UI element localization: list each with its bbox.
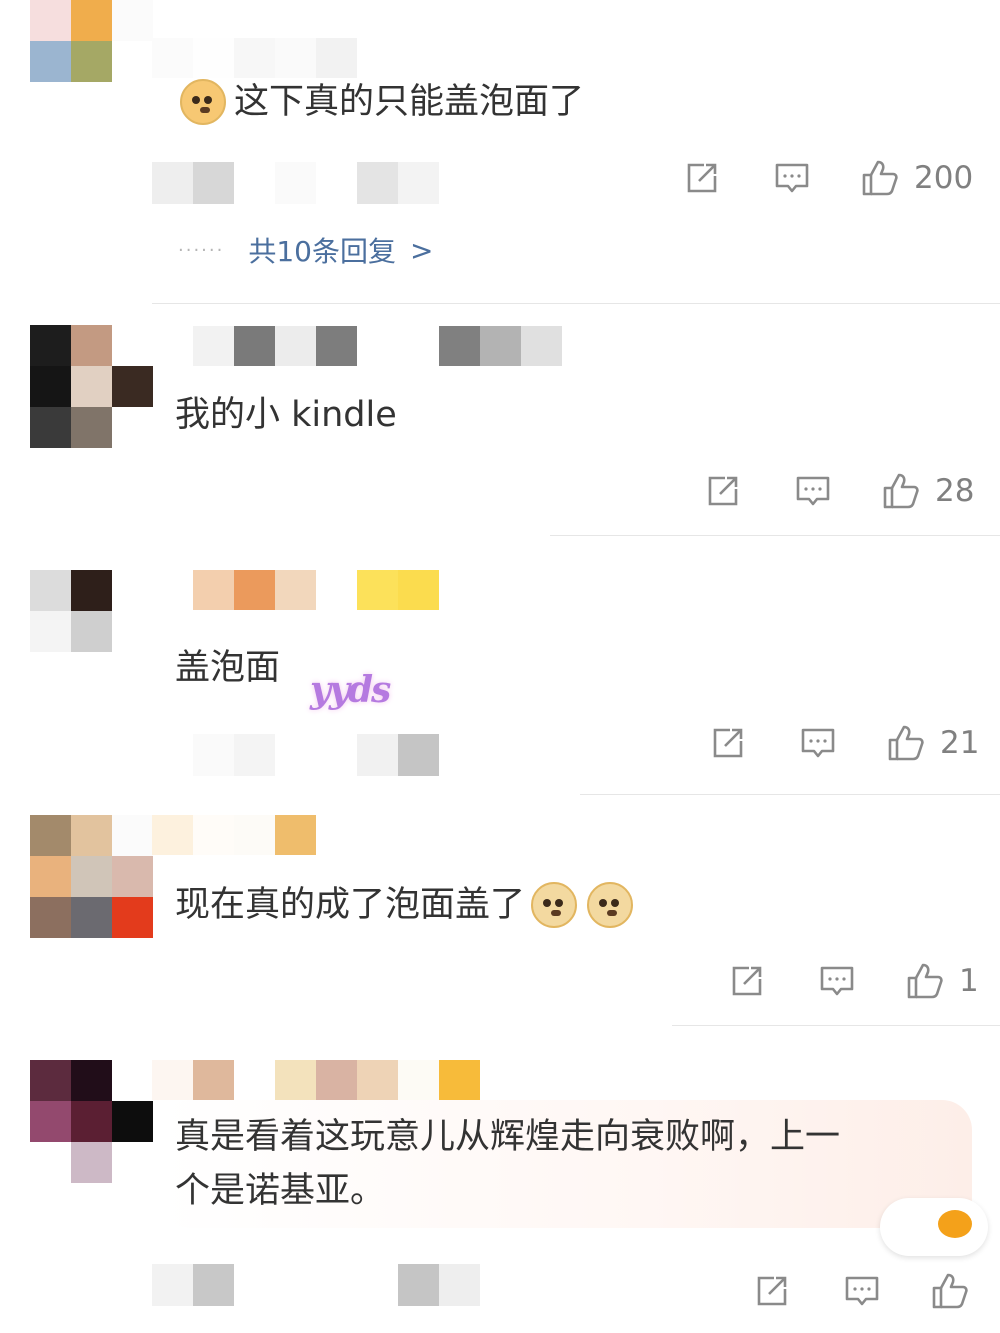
- avatar[interactable]: [30, 815, 153, 938]
- repost-button[interactable]: [708, 723, 748, 763]
- comment-text: 现在真的成了泡面盖了: [175, 877, 634, 933]
- divider: [580, 794, 1000, 795]
- comment-text: 这下真的只能盖泡面了: [180, 74, 584, 130]
- thumb-up-icon: [930, 1271, 970, 1311]
- repost-button[interactable]: [703, 471, 743, 511]
- reply-button[interactable]: [842, 1271, 882, 1311]
- comment-item: 盖泡面 yyds 21: [0, 536, 1000, 796]
- like-button[interactable]: 200: [860, 158, 973, 198]
- comment-item: 我的小 kindle 28: [0, 305, 1000, 536]
- comment-text-line: 个是诺基亚。: [175, 1171, 386, 1211]
- like-button[interactable]: 1: [905, 961, 979, 1001]
- like-button[interactable]: 21: [886, 723, 979, 763]
- like-count: 200: [914, 160, 974, 196]
- thumb-up-icon: [860, 158, 900, 198]
- username-blurred[interactable]: [152, 1060, 480, 1100]
- doge-emoji: [587, 882, 634, 928]
- yyds-sticker: yyds: [310, 669, 391, 711]
- comment-item: 现在真的成了泡面盖了 1: [0, 797, 1000, 1027]
- like-count: 21: [940, 725, 980, 761]
- fried-egg-decoration: [880, 1198, 988, 1256]
- divider: [672, 1025, 1000, 1026]
- doge-emoji: [531, 882, 578, 928]
- timestamp-blurred: [152, 162, 439, 204]
- like-count: 28: [935, 473, 975, 509]
- reply-button[interactable]: [798, 723, 838, 763]
- crying-doge-emoji: [180, 79, 226, 125]
- repost-icon: [708, 723, 748, 763]
- comment-text: 我的小 kindle: [175, 395, 397, 435]
- comment-text-content: 现在真的成了泡面盖了: [175, 885, 526, 925]
- like-button[interactable]: 28: [881, 471, 974, 511]
- comment-item: 真是看着这玩意儿从辉煌走向衰败啊，上一 个是诺基亚。: [0, 1028, 1000, 1333]
- comment-actions: 1: [727, 961, 979, 1001]
- reply-button[interactable]: [772, 158, 812, 198]
- replies-label: 共10条回复: [248, 235, 396, 268]
- comment-text: 盖泡面 yyds: [175, 618, 391, 718]
- thumb-up-icon: [905, 961, 945, 1001]
- timestamp-blurred: [193, 734, 439, 776]
- view-replies-link[interactable]: ······ 共10条回复 >: [178, 232, 434, 269]
- repost-button[interactable]: [752, 1271, 792, 1311]
- repost-icon: [703, 471, 743, 511]
- divider: [152, 303, 1000, 304]
- repost-button[interactable]: [727, 961, 767, 1001]
- comment-text-line: 真是看着这玩意儿从辉煌走向衰败啊，上一: [175, 1117, 841, 1157]
- like-count: 1: [959, 963, 979, 999]
- repost-button[interactable]: [682, 158, 722, 198]
- comment-text: 真是看着这玩意儿从辉煌走向衰败啊，上一 个是诺基亚。: [175, 1110, 840, 1218]
- repost-icon: [727, 961, 767, 1001]
- comment-icon: [817, 961, 857, 1001]
- comment-icon: [772, 158, 812, 198]
- avatar[interactable]: [30, 0, 153, 123]
- comment-text-content: 盖泡面: [175, 648, 281, 688]
- avatar[interactable]: [30, 570, 153, 693]
- comment-actions: [752, 1271, 970, 1311]
- comment-text-content: 这下真的只能盖泡面了: [234, 82, 585, 122]
- comment-actions: 200: [682, 158, 973, 198]
- comment-icon: [798, 723, 838, 763]
- replies-dots: ······: [178, 239, 225, 261]
- like-button[interactable]: [930, 1271, 970, 1311]
- avatar[interactable]: [30, 1060, 153, 1183]
- chevron-right-icon: >: [409, 233, 434, 267]
- comment-icon: [793, 471, 833, 511]
- repost-icon: [682, 158, 722, 198]
- username-blurred[interactable]: [152, 38, 357, 78]
- username-blurred[interactable]: [193, 326, 562, 366]
- comment-icon: [842, 1271, 882, 1311]
- username-blurred[interactable]: [152, 815, 316, 855]
- thumb-up-icon: [881, 471, 921, 511]
- reply-button[interactable]: [817, 961, 857, 1001]
- reply-button[interactable]: [793, 471, 833, 511]
- timestamp-blurred: [152, 1264, 480, 1306]
- comment-actions: 28: [703, 471, 974, 511]
- username-blurred[interactable]: [193, 570, 439, 610]
- comment-item: 这下真的只能盖泡面了 200 ······ 共10条回复 >: [0, 0, 1000, 305]
- repost-icon: [752, 1271, 792, 1311]
- egg-yolk: [938, 1210, 972, 1238]
- avatar[interactable]: [30, 325, 153, 448]
- thumb-up-icon: [886, 723, 926, 763]
- comment-actions: 21: [708, 723, 979, 763]
